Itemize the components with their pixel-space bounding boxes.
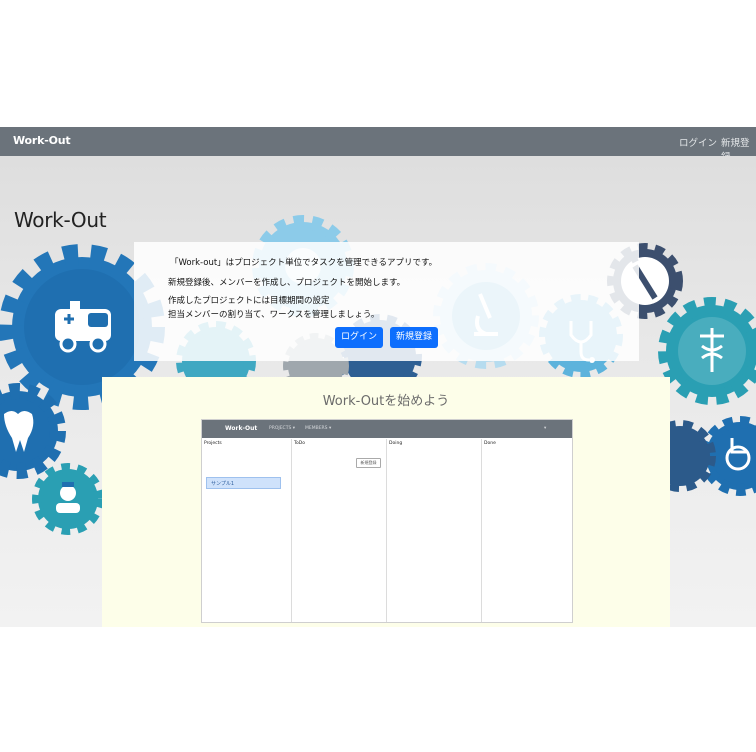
login-button[interactable]: ログイン (335, 327, 383, 348)
preview-column-done: Done (482, 439, 571, 622)
intro-line: 担当メンバーの割り当て、ワークスを管理しましょう。 (168, 310, 380, 320)
preview-column-header: Doing (389, 441, 403, 446)
intro-line: 「Work-out」はプロジェクト単位でタスクを管理できるアプリです。 (170, 258, 438, 268)
intro-line: 作成したプロジェクトには目標期間の設定 (168, 296, 330, 306)
preview-column-projects: Projects サンプル1 (202, 439, 292, 622)
getting-started-title: Work-Outを始めよう (322, 394, 450, 409)
tooth-icon (0, 383, 66, 479)
getting-started-panel: Work-Outを始めよう Work-Out PROJECTS ▾ MEMBER… (102, 377, 670, 627)
caduceus-icon (658, 297, 756, 405)
preview-project-item: サンプル1 (206, 477, 281, 489)
signup-button[interactable]: 新規登録 (390, 327, 438, 348)
preview-column-header: ToDo (294, 441, 305, 446)
navbar-brand[interactable]: Work-Out (13, 134, 71, 147)
navbar: Work-Out ログイン 新規登録 (0, 127, 756, 163)
preview-brand: Work-Out (225, 425, 258, 432)
preview-navbar: Work-Out PROJECTS ▾ MEMBERS ▾ ▾ (202, 420, 572, 438)
nav-login-link[interactable]: ログイン (679, 135, 717, 149)
nurse-icon (32, 463, 104, 535)
preview-column-doing: Doing (387, 439, 482, 622)
preview-column-header: Done (484, 441, 496, 446)
intro-box: 「Work-out」はプロジェクト単位でタスクを管理できるアプリです。 新規登録… (134, 242, 639, 361)
hero-section: Work-Out 「Work-out」はプロジェクト単位でタスクを管理できるアプ… (0, 156, 756, 627)
preview-menu-right: ▾ (544, 426, 547, 431)
app-preview-screenshot: Work-Out PROJECTS ▾ MEMBERS ▾ ▾ Projects… (201, 419, 573, 623)
preview-menu-members: MEMBERS ▾ (305, 426, 332, 431)
preview-column-header: Projects (204, 441, 222, 446)
hero-title: Work-Out (14, 208, 107, 232)
preview-column-todo: ToDo 新規登録 (292, 439, 387, 622)
ambulance-icon (0, 244, 165, 410)
intro-line: 新規登録後、メンバーを作成し、プロジェクトを開始します。 (168, 278, 406, 288)
preview-new-button: 新規登録 (356, 458, 381, 468)
preview-menu-projects: PROJECTS ▾ (269, 426, 295, 431)
